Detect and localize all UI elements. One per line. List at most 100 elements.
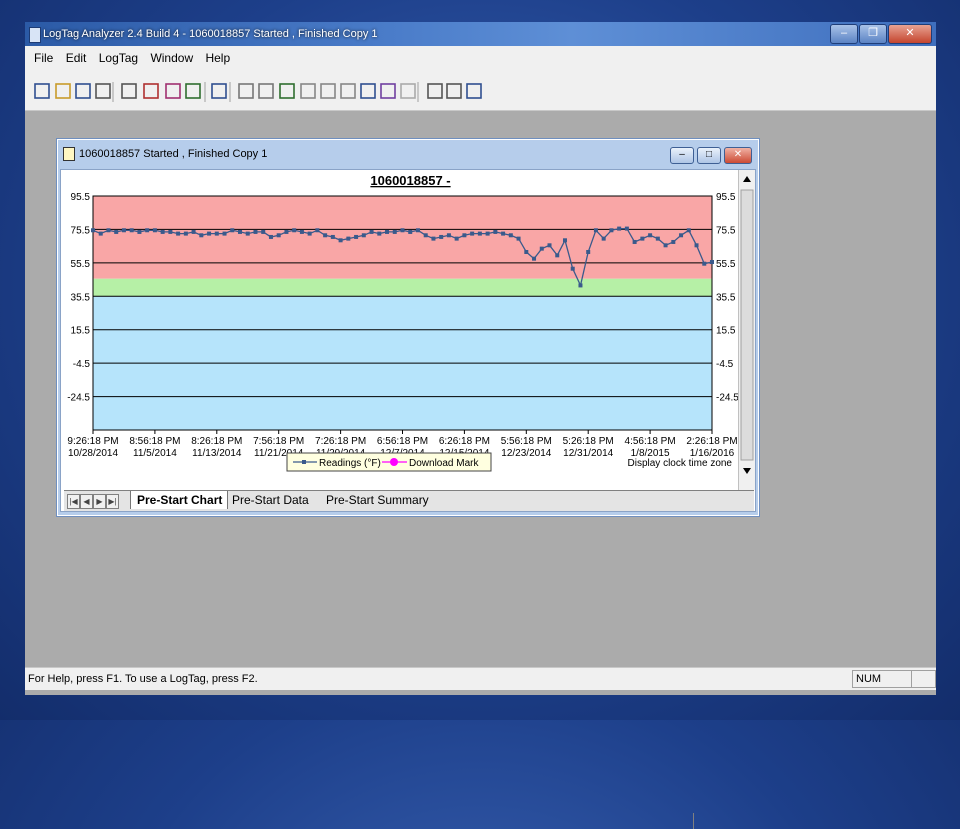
menu-logtag[interactable]: LogTag (99, 51, 138, 65)
y-tick-label: -4.5 (73, 359, 91, 370)
reading-point (323, 233, 328, 238)
x-tick-date-label: 12/23/2014 (501, 448, 551, 459)
properties-icon[interactable] (121, 83, 137, 99)
reading-point (501, 231, 506, 236)
table-view-icon[interactable] (258, 83, 274, 99)
reading-point (570, 266, 575, 271)
tag-icon[interactable] (446, 83, 462, 99)
reading-point (593, 228, 598, 233)
reading-point (377, 231, 382, 236)
legend-download-label: Download Mark (409, 458, 479, 469)
reading-point (423, 233, 428, 238)
reading-point (686, 228, 691, 233)
reading-point (547, 243, 552, 248)
open-folder-icon[interactable] (55, 83, 71, 99)
first-tab-icon[interactable]: |◀ (67, 494, 80, 509)
legend-readings-label: Readings (°F) (319, 458, 381, 469)
reading-point (431, 236, 436, 241)
reading-point (292, 228, 297, 233)
alarm-band (93, 196, 712, 279)
maximize-button[interactable]: ❐ (859, 24, 887, 44)
y-tick-label-right: 15.5 (716, 326, 736, 337)
reading-point (439, 234, 444, 239)
y-tick-label-right: 75.5 (716, 225, 736, 236)
chart-icon[interactable] (320, 83, 336, 99)
print-icon[interactable] (95, 83, 111, 99)
reading-point (462, 233, 467, 238)
chart-icon[interactable] (400, 83, 416, 99)
reading-point (516, 236, 521, 241)
filter-icon[interactable] (165, 83, 181, 99)
reading-point (369, 229, 374, 234)
reading-point (663, 243, 668, 248)
reading-point (137, 229, 142, 234)
x-tick-time-label: 9:26:18 PM (67, 436, 118, 447)
reading-point (493, 229, 498, 234)
menu-window[interactable]: Window (150, 51, 193, 65)
reading-point (315, 228, 320, 233)
horizontal-scrollbar[interactable] (693, 813, 742, 829)
reading-point (268, 234, 273, 239)
new-file-icon[interactable] (34, 83, 50, 99)
last-tab-icon[interactable]: ▶| (106, 494, 119, 509)
reading-point (299, 229, 304, 234)
menu-help[interactable]: Help (205, 51, 230, 65)
reading-point (129, 228, 134, 233)
vertical-scrollbar[interactable] (738, 170, 755, 490)
reading-point (586, 249, 591, 254)
zoom-icon[interactable] (238, 83, 254, 99)
child-minimize-button[interactable]: – (670, 147, 694, 164)
reading-point (632, 239, 637, 244)
reading-point (114, 229, 119, 234)
status-num: NUM (852, 670, 912, 688)
menu-bar: File Edit LogTag Window Help (25, 46, 936, 70)
prev-tab-icon[interactable]: ◀ (80, 494, 93, 509)
export-icon[interactable] (185, 83, 201, 99)
x-tick-time-label: 5:56:18 PM (501, 436, 552, 447)
reading-point (710, 260, 714, 265)
save-icon[interactable] (75, 83, 91, 99)
reading-point (152, 228, 157, 233)
tab-pre-start-summary[interactable]: Pre-Start Summary (324, 491, 429, 509)
taskbar-hint (25, 690, 936, 720)
reading-point (655, 236, 660, 241)
x-tick-date-label: 10/28/2014 (68, 448, 118, 459)
child-close-button[interactable]: ✕ (724, 147, 752, 164)
toolbar (25, 70, 936, 111)
next-tab-icon[interactable]: ▶ (93, 494, 106, 509)
reading-point (470, 231, 475, 236)
reading-point (446, 233, 451, 238)
tools-icon[interactable] (427, 83, 443, 99)
reading-point (477, 231, 482, 236)
chart-icon[interactable] (380, 83, 396, 99)
chart-title: 1060018857 - (370, 173, 450, 188)
menu-edit[interactable]: Edit (66, 51, 87, 65)
help-pointer-icon[interactable] (466, 83, 482, 99)
reading-point (617, 226, 622, 231)
download-icon[interactable] (143, 83, 159, 99)
reading-point (609, 228, 614, 233)
y-tick-label-right: 35.5 (716, 292, 736, 303)
x-tick-time-label: 7:56:18 PM (253, 436, 304, 447)
reading-point (183, 231, 188, 236)
report-icon[interactable] (279, 83, 295, 99)
chart-icon[interactable] (360, 83, 376, 99)
close-button[interactable]: ✕ (888, 24, 932, 44)
y-tick-label-right: 55.5 (716, 259, 736, 270)
toolbar-icons (34, 82, 482, 102)
tab-pre-start-chart[interactable]: Pre-Start Chart (130, 491, 228, 509)
reading-point (253, 229, 258, 234)
chart-icon[interactable] (340, 83, 356, 99)
reading-point (106, 228, 111, 233)
child-restore-button[interactable]: □ (697, 147, 721, 164)
reading-point (702, 261, 707, 266)
reading-point (230, 228, 235, 233)
reading-point (98, 231, 103, 236)
minimize-button[interactable]: – (830, 24, 858, 44)
tab-pre-start-data[interactable]: Pre-Start Data (230, 491, 309, 509)
copy-icon[interactable] (211, 83, 227, 99)
chart-icon[interactable] (300, 83, 316, 99)
menu-file[interactable]: File (34, 51, 53, 65)
legend-download-marker (390, 458, 398, 466)
reading-point (284, 229, 289, 234)
